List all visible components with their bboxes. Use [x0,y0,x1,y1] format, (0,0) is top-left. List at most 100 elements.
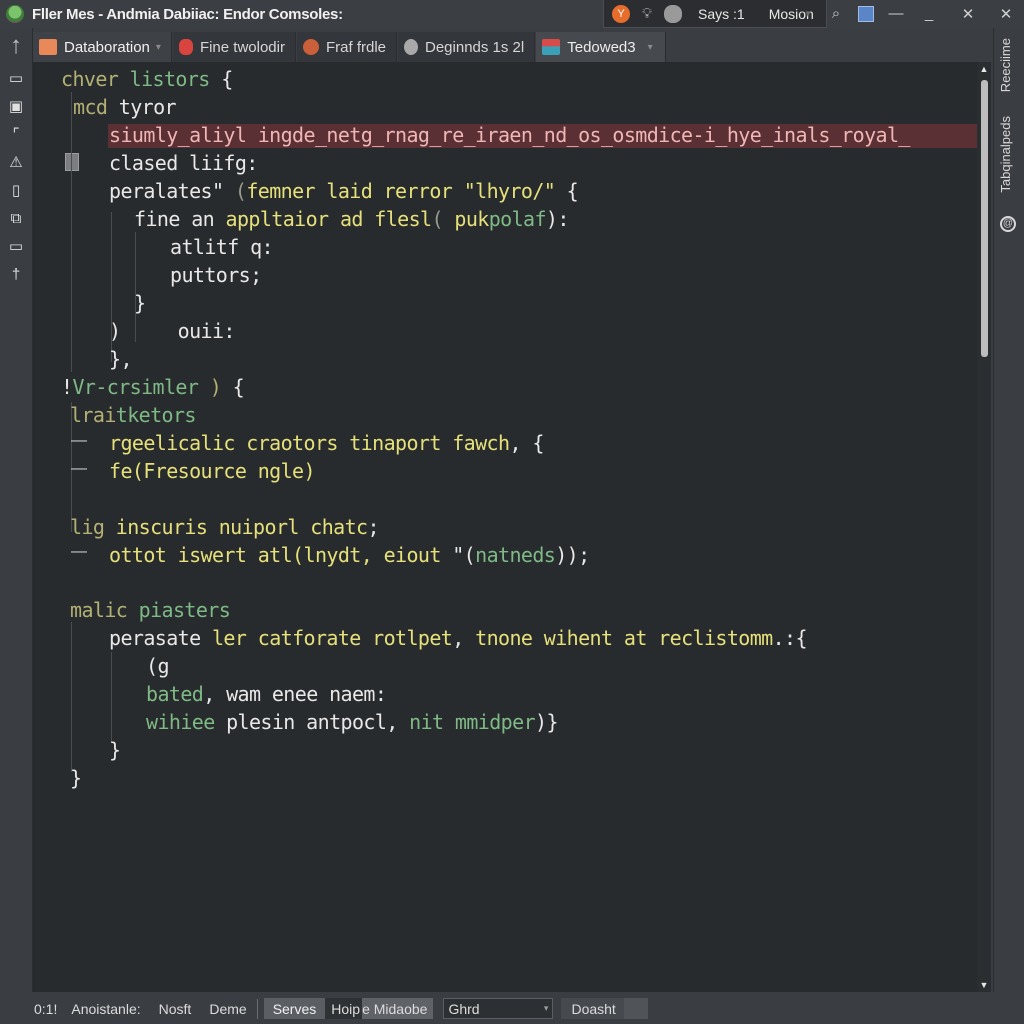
code-line[interactable]: } [109,737,121,763]
code-line[interactable]: bated, wam enee naem: [146,681,387,707]
code-token: ler catforate rotlpet [211,626,453,650]
close-panel-button[interactable]: ✕ [948,5,988,23]
code-token: , wam enee naem: [203,682,387,706]
code-token: appltaior ad flesl [225,207,433,231]
code-token: .:{ [772,626,808,650]
code-token: , [452,626,476,650]
code-line[interactable]: }, [109,346,132,372]
status-item-anoistanle[interactable]: Anoistanle: [71,1001,140,1017]
status-item-nosft[interactable]: Nosft [159,1001,192,1017]
bug-icon [178,39,193,55]
code-line[interactable]: clased liifg: [109,150,258,176]
cursor-position[interactable]: 0:1! [34,1001,57,1017]
run-config-icon[interactable]: Y [612,4,630,23]
chevron-down-icon[interactable]: ▾ [156,42,161,53]
profile-icon[interactable] [664,4,682,23]
code-line[interactable]: wihiee plesin antpocl, nit mmidper)} [146,709,559,735]
scrollbar-thumb[interactable] [981,80,988,357]
right-panel-label-reeciime[interactable]: Reeciime [998,38,1013,92]
navigate-up-icon[interactable]: ↑ [0,28,32,64]
doasht-button[interactable]: Doasht [561,998,648,1019]
debug-icon[interactable]: ⚠ [0,148,32,176]
copy-icon[interactable]: ⧉ [0,204,32,232]
code-line[interactable]: peralates" (femner laid rerror "lhyro/" … [109,178,579,204]
code-line[interactable]: lig inscuris nuiporl chatc; [70,514,380,540]
code-line[interactable]: ) ouii: [109,318,235,344]
at-sign-icon[interactable]: @ [1000,216,1016,232]
serves-button[interactable]: Serves [263,998,326,1019]
vertical-scrollbar[interactable]: ▲ ▼ [977,62,991,992]
status-item-deme[interactable]: Deme [209,1001,246,1017]
code-token: perasate [109,626,212,650]
toolbar-says-label[interactable]: Says :1 [698,6,745,22]
tab-label: Fraf frdle [325,38,386,56]
code-token: nit mmidper [409,710,536,734]
code-token: }, [109,347,132,371]
code-token: inscuris nuiporl chatc [104,515,368,539]
code-token: mcd [73,95,108,119]
code-token: puk [454,207,489,231]
code-token: { [555,179,579,203]
minimize-button[interactable]: _ [910,5,948,22]
layout-toggle-icon[interactable] [858,5,874,22]
code-token: ) [198,375,233,399]
code-line[interactable]: malic piasters [70,597,231,623]
tab-fine-twolodir[interactable]: Fine twolodir [172,32,296,62]
hoipe-midaobe-button[interactable]: Hoip e Midaobe [325,998,434,1019]
code-content[interactable]: chver listors {mcd tyror siumly_aliyl ing… [33,62,977,992]
panel-icon[interactable]: ▭ [0,64,32,92]
code-token: peralates" [109,179,235,203]
code-token: chver [61,67,130,91]
code-line[interactable]: (g [146,653,169,679]
code-token: lig [70,515,105,539]
code-editor[interactable]: — — — chver listors {mcd tyror siumly_ali… [33,62,991,992]
code-token: ( [234,179,247,203]
scroll-up-arrow-icon[interactable]: ▲ [978,64,990,74]
tab-deginnds[interactable]: Deginnds 1s 2l [398,32,536,62]
pin-icon[interactable]: † [0,260,32,288]
code-token: Vr-crsimler [72,375,199,399]
code-token: ; [367,515,379,539]
code-line[interactable]: } [134,290,146,316]
device-icon[interactable]: ▣ [0,92,32,120]
code-line[interactable]: ottot iswert atl(lnydt, eiout "(natneds)… [109,542,590,568]
code-line[interactable]: fe(Fresource ngle) [109,458,316,484]
code-line[interactable]: mcd tyror [73,94,177,120]
doasht-dropdown[interactable] [623,998,648,1019]
lightbulb-icon[interactable]: 💡︎ [638,5,656,23]
code-token: )); [555,543,590,567]
chevron-down-icon[interactable]: ▾ [648,42,653,53]
close-window-button[interactable]: ✕ [988,5,1024,23]
code-line[interactable]: atlitf q: [170,234,274,260]
dropdown-chevron-icon[interactable]: ▾ [794,7,822,20]
code-line[interactable]: fine an appltaior ad flesl( pukpolaf): [134,206,569,232]
code-line[interactable]: perasate ler catforate rotlpet, tnone wi… [109,625,808,651]
tab-databoration[interactable]: Databoration ▾ [33,32,172,62]
code-line[interactable]: rgeelicalic craotors tinaport fawch, { [109,430,544,456]
code-line[interactable]: chver listors { [61,66,233,92]
window-title: Fller Mes - Andmia Dabiiac: Endor Comsol… [32,5,343,23]
code-token: ) ouii: [109,319,235,343]
tab-fraf-frdle[interactable]: Fraf frdle [296,32,397,62]
midaobe-label: e Midaobe [362,1000,428,1017]
code-token: polaf [488,207,547,231]
code-token: siumly_aliyl ingde_netg_rnag_re_iraen_nd… [109,123,910,147]
code-line[interactable]: !Vr-crsimler ) { [61,374,245,400]
search-icon[interactable]: ⌕ [822,5,850,22]
code-token: bated [146,682,204,706]
code-token: piasters [127,598,231,622]
code-line[interactable]: lraitketors [70,402,196,428]
code-line[interactable]: puttors; [170,262,262,288]
status-select[interactable]: Ghrd ▾ [443,998,554,1019]
scroll-down-arrow-icon[interactable]: ▼ [978,980,990,990]
phone-icon[interactable]: ▯ [0,176,32,204]
tab-tedowed3[interactable]: Tedowed3 ▾ [536,32,666,62]
right-panel-label-tabqinalpeds[interactable]: Tabqinalpeds [998,116,1013,193]
minimize-panel-icon[interactable]: — [882,5,910,22]
avatar-icon [302,39,319,55]
corner-icon[interactable]: ⌜ [0,120,32,148]
code-token: ottot iswert atl(lnydt, eiout [109,543,453,567]
code-line[interactable]: siumly_aliyl ingde_netg_rnag_re_iraen_nd… [109,122,910,148]
code-line[interactable]: } [70,765,82,791]
window-icon[interactable]: ▭ [0,232,32,260]
